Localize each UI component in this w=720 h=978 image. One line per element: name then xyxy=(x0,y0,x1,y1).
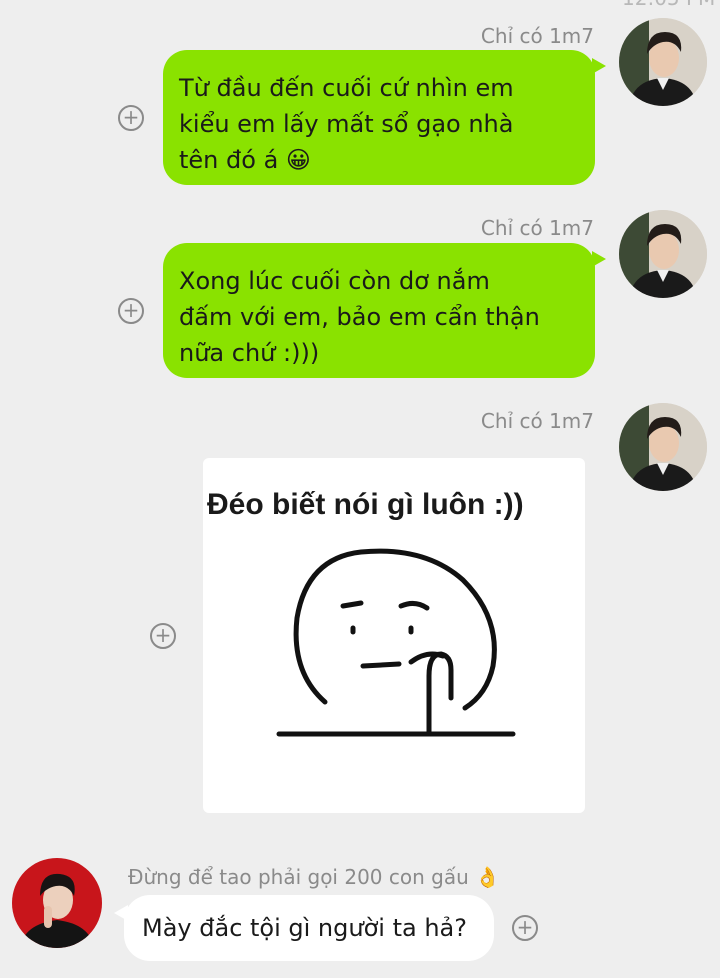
sender-name: Đừng để tao phải gọi 200 con gấu 👌 xyxy=(128,865,501,889)
plus-circle-icon[interactable]: + xyxy=(118,298,144,324)
sender-name: Chỉ có 1m7 xyxy=(480,216,594,240)
message-bubble[interactable]: Từ đầu đến cuối cứ nhìn em kiểu em lấy m… xyxy=(163,50,606,185)
message-line: đấm với em, bảo em cẩn thận xyxy=(179,303,540,331)
avatar[interactable] xyxy=(619,210,707,298)
message-bubble[interactable]: Xong lúc cuối còn dơ nắm đấm với em, bảo… xyxy=(163,243,606,378)
message-line: tên đó á 😀 xyxy=(179,146,311,174)
message-bubble[interactable]: Mày đắc tội gì người ta hả? xyxy=(114,895,494,961)
message-line: nữa chứ :))) xyxy=(179,339,320,367)
sender-name: Chỉ có 1m7 xyxy=(480,24,594,48)
sticker-image[interactable]: Đéo biết nói gì luôn :)) xyxy=(203,458,585,813)
thinking-face-drawing xyxy=(276,548,516,737)
message-line: Xong lúc cuối còn dơ nắm xyxy=(179,267,490,295)
message-line: Từ đầu đến cuối cứ nhìn em xyxy=(179,74,514,102)
plus-circle-icon[interactable]: + xyxy=(150,623,176,649)
message-line: kiểu em lấy mất sổ gạo nhà xyxy=(179,110,514,138)
plus-circle-icon[interactable]: + xyxy=(118,105,144,131)
avatar[interactable] xyxy=(12,858,102,948)
message-text: Mày đắc tội gì người ta hả? xyxy=(142,914,467,942)
avatar[interactable] xyxy=(619,18,707,106)
avatar[interactable] xyxy=(619,403,707,491)
plus-circle-icon[interactable]: + xyxy=(512,915,538,941)
sender-name: Chỉ có 1m7 xyxy=(480,409,594,433)
status-time-fragment: 12:05 PM xyxy=(622,0,715,10)
